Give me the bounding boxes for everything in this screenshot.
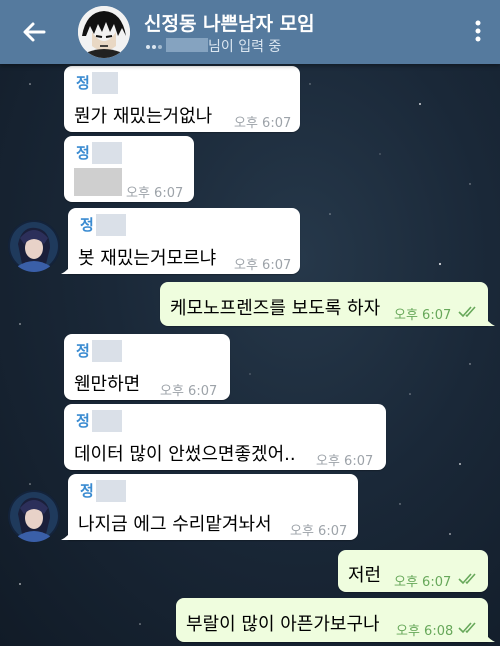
message-bubble[interactable]: 정 데이터 많이 안썼으면좋겠어.. 오후 6:07 [64,404,386,470]
message-time: 오후 6:08 [396,624,454,639]
double-check-icon [458,622,476,634]
message-time: 오후 6:07 [126,186,184,201]
arrow-left-icon [23,22,46,42]
message-bubble[interactable]: 정 웬만하면 오후 6:07 [64,334,230,400]
double-check-icon [458,573,476,585]
chat-title: 신정동 나쁜남자 모임 [144,13,315,35]
message-time: 오후 6:07 [160,384,218,399]
sender-name: 정 [76,74,90,92]
sender-name-blurred [92,142,122,164]
message-bubble[interactable]: 정 봇 재밌는거모르냐 오후 6:07 [61,208,300,274]
message-bubble[interactable]: 정 나지금 에그 수리맡겨놔서 오후 6:07 [61,474,358,540]
message-time: 오후 6:07 [290,524,348,539]
message-text: 나지금 에그 수리맡겨놔서 [78,514,272,535]
message-time: 오후 6:07 [234,116,292,131]
message-text: 봇 재밌는거모르냐 [78,248,217,269]
menu-button[interactable] [472,18,484,44]
message-bubble[interactable]: 정 오후 6:07 [64,136,194,202]
typing-text: 님이 입력 중 [208,39,282,55]
typing-dots-icon [146,45,162,49]
message-text: 데이터 많이 안썼으면좋겠어.. [74,444,296,465]
message-text: 뭔가 재밌는거없나 [74,106,213,127]
bubble-tail [483,314,495,326]
sender-name: 정 [76,144,90,162]
outgoing-message-bubble[interactable]: 케모노프렌즈를 보도록 하자 오후 6:07 [160,282,495,326]
sender-name-blurred [96,480,126,502]
group-avatar-image [78,6,130,58]
bubble-tail [61,262,73,274]
message-text: 저런 [348,565,382,586]
sender-avatar[interactable] [8,220,60,272]
sender-name-blurred [92,340,122,362]
group-avatar[interactable] [78,6,130,58]
sender-avatar-image [8,220,60,272]
message-time: 오후 6:07 [394,575,452,590]
sender-name: 정 [76,412,90,430]
sender-name-blurred [92,410,122,432]
sender-avatar-image [8,490,60,542]
blurred-message-content [74,168,122,196]
sender-name-blurred [96,214,126,236]
sender-name-blurred [92,72,118,94]
message-text: 웬만하면 [74,374,141,395]
message-time: 오후 6:07 [394,308,452,323]
message-bubble[interactable]: 정 뭔가 재밌는거없나 오후 6:07 [64,66,300,132]
outgoing-message-bubble[interactable]: 저런 오후 6:07 [338,550,488,592]
outgoing-message-bubble[interactable]: 부랄이 많이 아픈가보구나 오후 6:08 [176,598,495,642]
chat-header: 신정동 나쁜남자 모임 님이 입력 중 [0,0,500,64]
sender-avatar[interactable] [8,490,60,542]
message-text: 케모노프렌즈를 보도록 하자 [170,298,381,319]
sender-name: 정 [76,342,90,360]
typing-user-name-blurred [166,38,208,52]
sender-name: 정 [80,216,94,234]
double-check-icon [458,306,476,318]
message-time: 오후 6:07 [234,258,292,273]
message-text: 부랄이 많이 아픈가보구나 [186,614,380,635]
back-button[interactable] [18,16,50,48]
sender-name: 정 [80,482,94,500]
more-vertical-icon [475,20,481,42]
bubble-tail [483,630,495,642]
bubble-tail [61,528,73,540]
message-time: 오후 6:07 [316,454,374,469]
